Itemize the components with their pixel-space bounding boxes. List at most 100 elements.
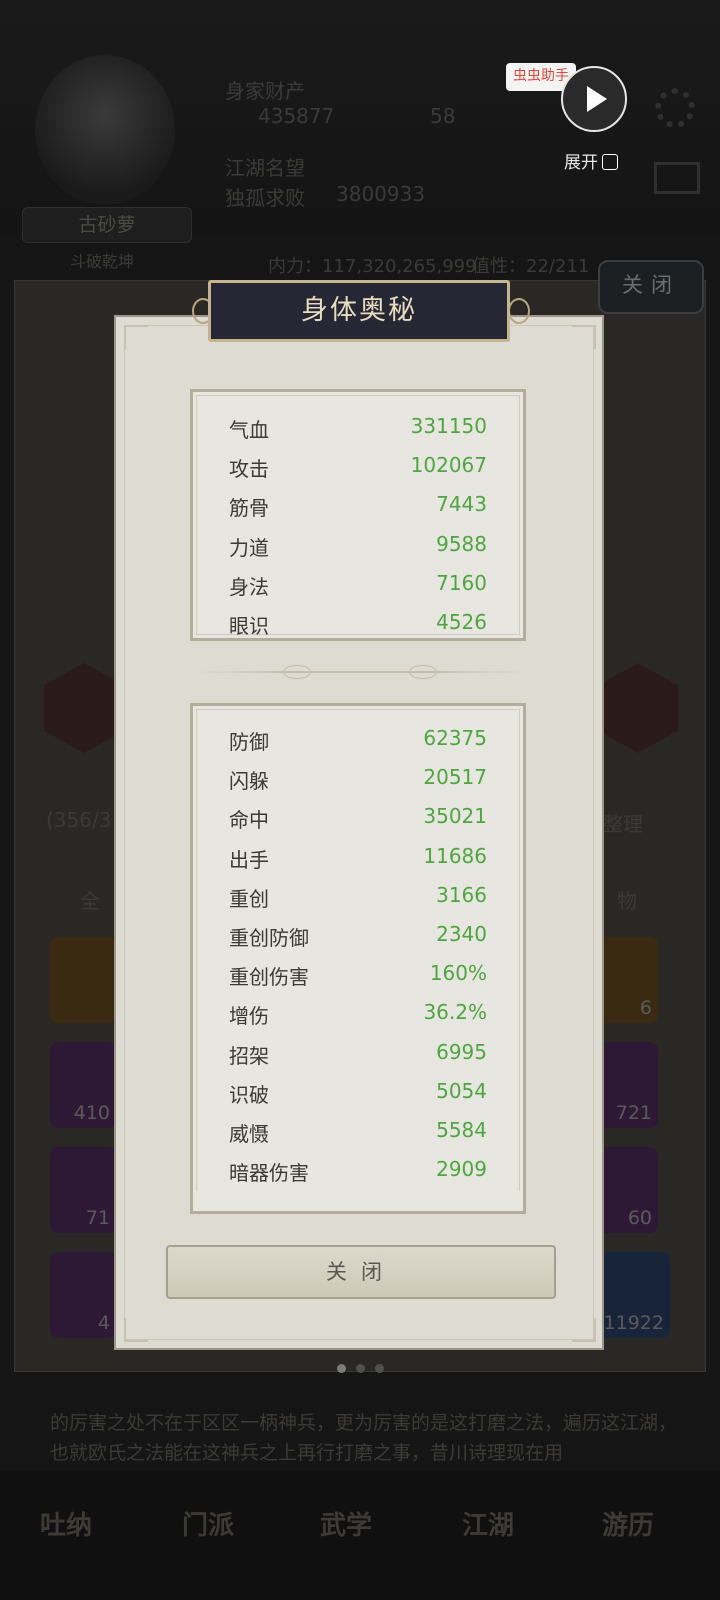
stat-row: 防御 62375 bbox=[193, 720, 523, 759]
nav-jianghu[interactable]: 江湖 bbox=[462, 1505, 514, 1542]
stat-row: 命中 35021 bbox=[193, 798, 523, 837]
stat-row: 重创伤害 160% bbox=[193, 955, 523, 994]
sort-button[interactable]: 整理 bbox=[603, 808, 643, 837]
stat-label: 出手 bbox=[229, 847, 269, 872]
close-button[interactable]: 关闭 bbox=[166, 1245, 556, 1299]
basic-stats-panel: 气血 331150 攻击 102067 筋骨 7443 力道 9588 身法 7160 眼识 4526 bbox=[190, 389, 526, 641]
stat-label: 筋骨 bbox=[229, 496, 269, 521]
section-divider bbox=[195, 665, 525, 679]
slot-count: 410 bbox=[73, 1102, 110, 1124]
stat-value: 7443 bbox=[436, 492, 487, 517]
stat-label: 识破 bbox=[229, 1082, 269, 1107]
expand-button[interactable]: 展开 bbox=[564, 148, 618, 173]
inventory-slot[interactable]: 71 bbox=[50, 1147, 116, 1233]
stat-label: 眼识 bbox=[229, 613, 269, 638]
stat-row: 筋骨 7443 bbox=[193, 486, 523, 525]
stat-value: 11686 bbox=[423, 843, 487, 868]
page-dot bbox=[337, 1364, 346, 1373]
slot-count: 60 bbox=[627, 1207, 652, 1229]
fame-value: 3800933 bbox=[336, 182, 426, 206]
stat-label: 重创伤害 bbox=[229, 965, 309, 990]
stat-value: 160% bbox=[429, 961, 487, 986]
stat-value: 3166 bbox=[436, 882, 487, 907]
stat-row: 攻击 102067 bbox=[193, 447, 523, 486]
stat-row: 重创防御 2340 bbox=[193, 916, 523, 955]
stat-value: 9588 bbox=[436, 531, 487, 556]
stat-value: 5054 bbox=[436, 1078, 487, 1103]
stat-label: 闪躲 bbox=[229, 769, 269, 794]
stat-label: 身法 bbox=[229, 574, 269, 599]
stat-row: 气血 331150 bbox=[193, 408, 523, 447]
stat-value: 7160 bbox=[436, 570, 487, 595]
stat-label: 攻击 bbox=[229, 457, 269, 482]
gear-icon[interactable] bbox=[655, 88, 695, 128]
player-avatar bbox=[35, 55, 175, 205]
stat-row: 识破 5054 bbox=[193, 1073, 523, 1112]
corner-ornament bbox=[572, 325, 596, 349]
stat-value: 2340 bbox=[436, 921, 487, 946]
stat-row: 威慑 5584 bbox=[193, 1112, 523, 1151]
mail-icon[interactable] bbox=[654, 162, 700, 194]
slot-count: 4 bbox=[97, 1312, 110, 1334]
play-icon[interactable] bbox=[561, 66, 627, 132]
stat-label: 威慑 bbox=[229, 1121, 269, 1146]
corner-ornament bbox=[124, 325, 148, 349]
close-button-top[interactable]: 关闭 bbox=[598, 260, 704, 314]
stat-row: 增伤 36.2% bbox=[193, 994, 523, 1033]
stat-value: 5584 bbox=[436, 1117, 487, 1142]
stat-label: 命中 bbox=[229, 808, 269, 833]
stat-value: 36.2% bbox=[423, 1000, 487, 1025]
inventory-slot[interactable]: 4 bbox=[50, 1252, 116, 1338]
stat-value: 2909 bbox=[436, 1157, 487, 1182]
stat-value: 4526 bbox=[436, 609, 487, 634]
fame-title: 独孤求败 bbox=[225, 186, 305, 210]
stat-row: 眼识 4526 bbox=[193, 604, 523, 643]
page-dot bbox=[375, 1364, 384, 1373]
inventory-slot[interactable]: 410 bbox=[50, 1042, 116, 1128]
gold-amount: 435877 bbox=[258, 104, 335, 128]
expand-icon bbox=[602, 154, 618, 170]
nav-sect[interactable]: 门派 bbox=[182, 1505, 234, 1542]
nav-travel[interactable]: 游历 bbox=[602, 1505, 654, 1542]
advanced-stats-panel[interactable]: 防御 62375 闪躲 20517 命中 35021 出手 11686 重创 3166 重创防御 23… bbox=[190, 703, 526, 1214]
slot-count: 11922 bbox=[603, 1312, 664, 1334]
power-text: 内力：117,320,265,999 bbox=[268, 256, 477, 277]
slot-count: 71 bbox=[85, 1207, 110, 1229]
stat-label: 气血 bbox=[229, 418, 269, 442]
inventory-slot[interactable] bbox=[50, 937, 116, 1023]
filter-item-tab[interactable]: 物 bbox=[617, 885, 637, 914]
assets-label: 身家财产 bbox=[225, 79, 305, 103]
stat-row: 出手 11686 bbox=[193, 838, 523, 877]
stat-label: 增伤 bbox=[229, 1004, 269, 1029]
stat-value: 331150 bbox=[410, 414, 487, 438]
stat-text: 值性：22/211 bbox=[472, 256, 590, 277]
expand-label: 展开 bbox=[564, 153, 598, 173]
stat-label: 力道 bbox=[229, 535, 269, 560]
page-dot bbox=[356, 1364, 365, 1373]
stat-value: 62375 bbox=[423, 726, 487, 750]
jade-amount: 58 bbox=[430, 104, 456, 128]
stat-value: 102067 bbox=[410, 453, 487, 478]
stat-label: 暗器伤害 bbox=[229, 1161, 309, 1186]
stat-label: 重创防御 bbox=[229, 925, 309, 950]
stat-row: 力道 9588 bbox=[193, 526, 523, 565]
stat-label: 招架 bbox=[229, 1043, 269, 1068]
stat-row: 招架 6995 bbox=[193, 1034, 523, 1073]
slot-count: 6 bbox=[639, 997, 652, 1019]
stat-row: 重创 3166 bbox=[193, 877, 523, 916]
corner-ornament bbox=[124, 1318, 148, 1342]
stat-row: 暗器伤害 2909 bbox=[193, 1151, 523, 1190]
slot-count: 721 bbox=[615, 1102, 652, 1124]
corner-ornament bbox=[572, 1318, 596, 1342]
filter-all-tab[interactable]: 全 bbox=[80, 885, 100, 914]
stat-row: 身法 7160 bbox=[193, 565, 523, 604]
stat-label: 重创 bbox=[229, 886, 269, 911]
fame-label: 江湖名望 bbox=[225, 156, 305, 180]
stat-value: 35021 bbox=[423, 804, 487, 829]
nav-martial-arts[interactable]: 武学 bbox=[320, 1505, 372, 1542]
story-text: 的厉害之处不在于区区一柄神兵，更为厉害的是这打磨之法，遍历这江湖，也就欧氏之法能… bbox=[50, 1412, 678, 1464]
modal-title: 身体奥秘 bbox=[208, 280, 510, 342]
nav-breathing[interactable]: 吐纳 bbox=[40, 1505, 92, 1542]
player-title: 斗破乾坤 bbox=[70, 252, 135, 271]
title-ornament-right bbox=[508, 298, 530, 324]
